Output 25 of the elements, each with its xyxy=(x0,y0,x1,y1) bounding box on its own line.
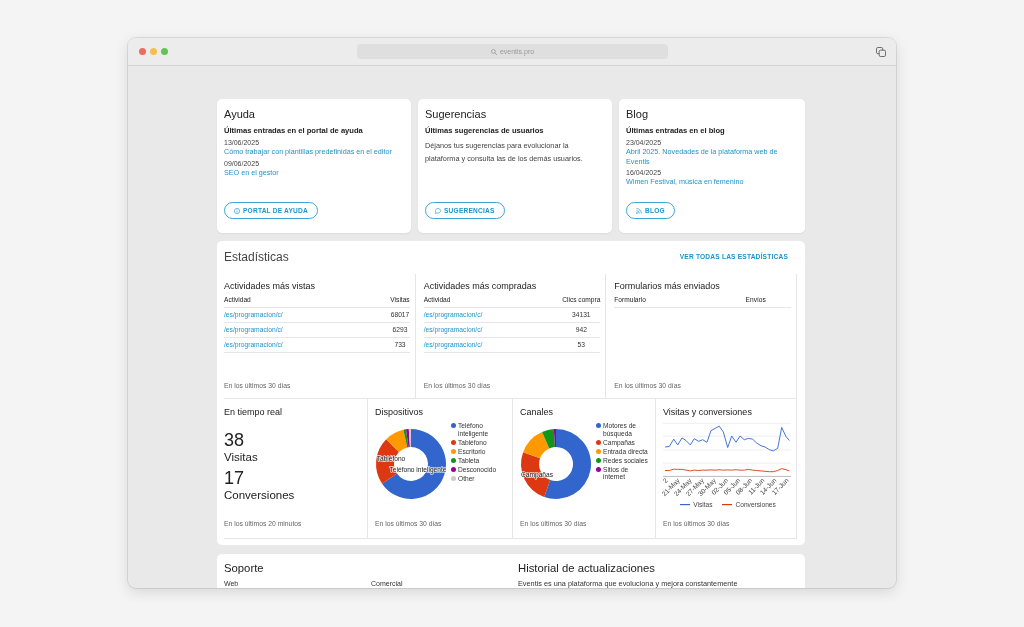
info-icon xyxy=(234,207,240,214)
search-icon xyxy=(490,48,497,55)
panel-title: Actividades más compradas xyxy=(423,280,538,292)
panel-title: Dispositivos xyxy=(375,406,424,418)
section-title: Historial de actualizaciones xyxy=(518,561,656,575)
speech-bubble-icon xyxy=(435,207,441,214)
panel-title: En tiempo real xyxy=(224,406,284,418)
metric-label: Conversiones xyxy=(224,488,296,502)
rss-icon xyxy=(636,207,642,214)
tabs-icon[interactable] xyxy=(876,46,886,57)
card-title: Ayuda xyxy=(224,107,256,122)
panel-title: Visitas y conversiones xyxy=(663,406,753,418)
metric-label: Visitas xyxy=(224,450,259,464)
panel-title: Canales xyxy=(520,406,555,418)
close-window-icon[interactable] xyxy=(139,48,146,55)
minimize-window-icon[interactable] xyxy=(150,48,157,55)
card-title: Blog xyxy=(626,107,650,122)
section-title: Soporte xyxy=(224,561,265,575)
panel-title: Formularios más enviados xyxy=(614,280,721,292)
card-title: Sugerencias xyxy=(425,107,488,122)
metric-value: 17 xyxy=(224,468,246,488)
metric-value: 38 xyxy=(224,430,246,450)
section-title: Estadísticas xyxy=(224,249,289,264)
zoom-window-icon[interactable] xyxy=(161,48,168,55)
panel-title: Actividades más vistas xyxy=(224,280,317,292)
